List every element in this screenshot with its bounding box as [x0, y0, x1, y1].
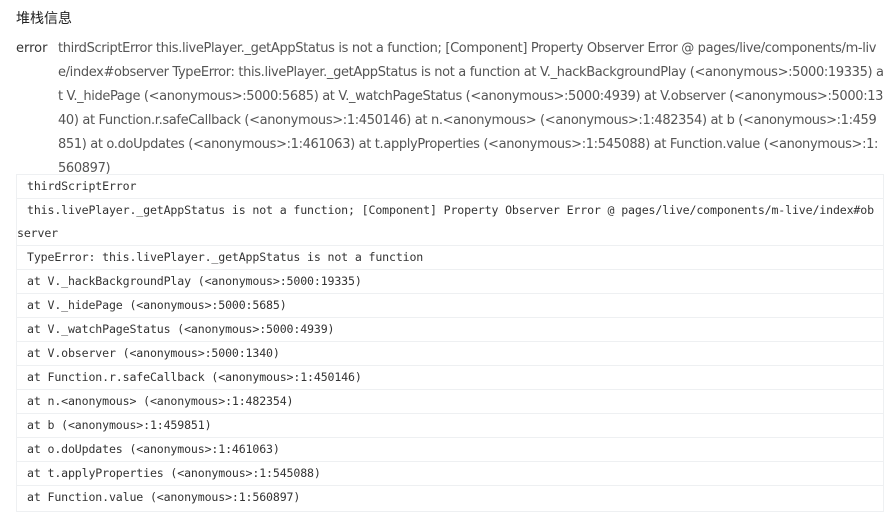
stack-line: at V._hidePage (<anonymous>:5000:5685) — [17, 293, 883, 317]
stack-line: at n.<anonymous> (<anonymous>:1:482354) — [17, 389, 883, 413]
stack-line: at V._watchPageStatus (<anonymous>:5000:… — [17, 317, 883, 341]
stack-line: at Function.r.safeCallback (<anonymous>:… — [17, 365, 883, 389]
stack-line: at b (<anonymous>:1:459851) — [17, 413, 883, 437]
stack-line: at o.doUpdates (<anonymous>:1:461063) — [17, 437, 883, 461]
stack-line: at V._hackBackgroundPlay (<anonymous>:50… — [17, 269, 883, 293]
stack-trace-panel[interactable]: thirdScriptError this.livePlayer._getApp… — [16, 174, 884, 512]
stack-line: at Function.value (<anonymous>:1:560897) — [17, 485, 883, 509]
stack-info-title: 堆栈信息 — [16, 11, 72, 27]
stack-line: this.livePlayer._getAppStatus is not a f… — [17, 198, 883, 245]
stack-line: at V.observer (<anonymous>:5000:1340) — [17, 341, 883, 365]
error-message[interactable]: thirdScriptError this.livePlayer._getApp… — [58, 37, 884, 181]
error-level-label: error — [16, 41, 48, 56]
stack-line: TypeError: this.livePlayer._getAppStatus… — [17, 245, 883, 269]
stack-line: at t.applyProperties (<anonymous>:1:5450… — [17, 461, 883, 485]
stack-line: thirdScriptError — [27, 179, 137, 193]
